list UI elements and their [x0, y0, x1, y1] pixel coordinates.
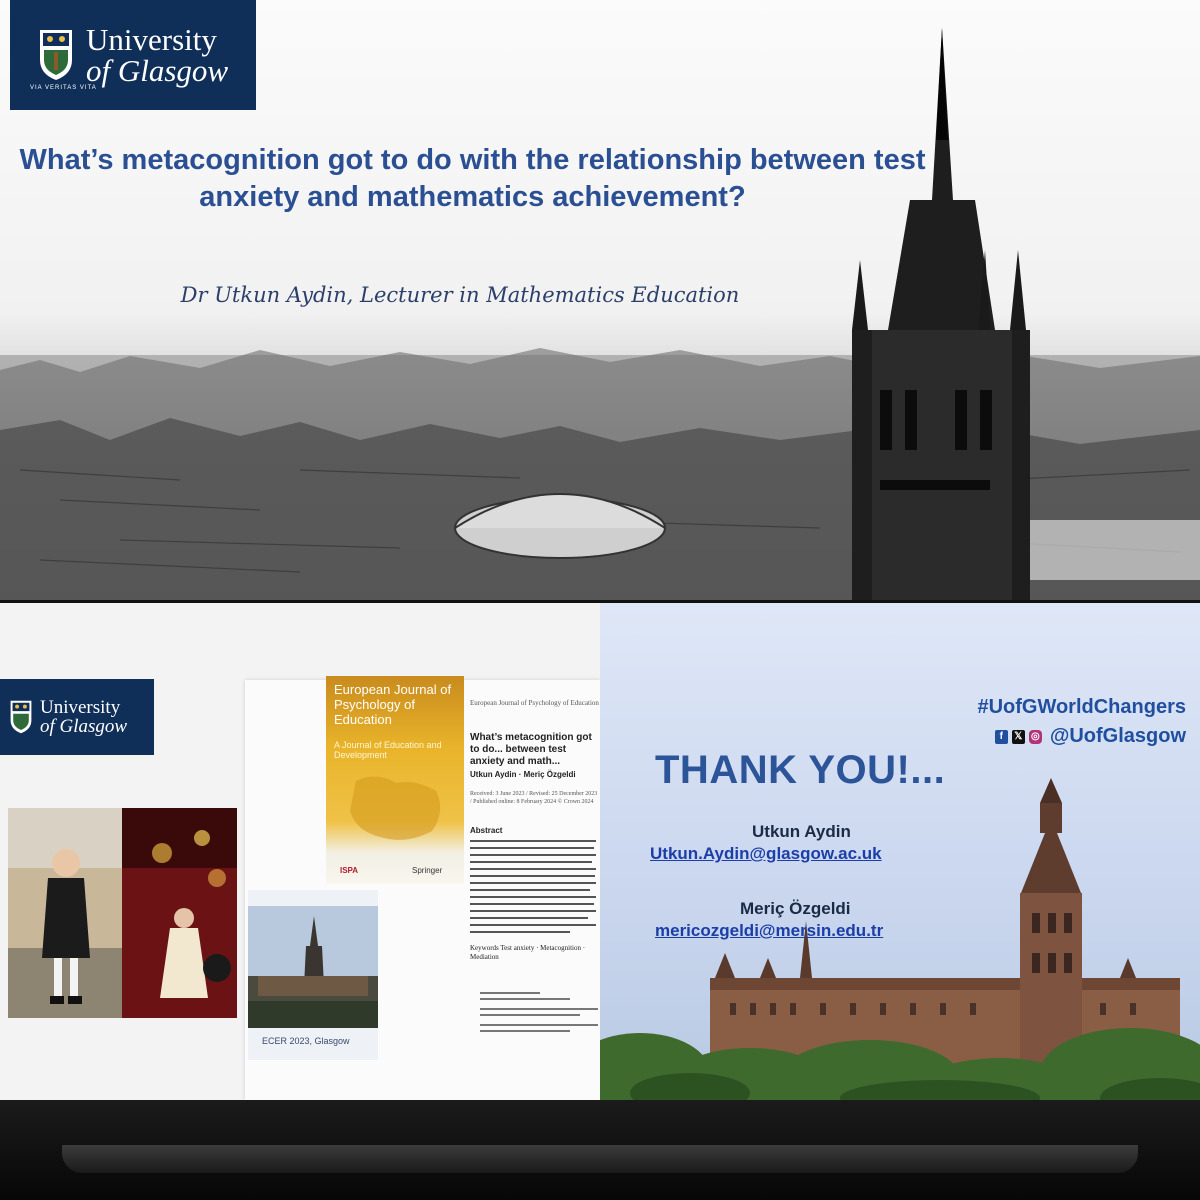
logo-text-line-1: University [40, 697, 121, 718]
presenter-name: Dr Utkun Aydin, Lecturer in Mathematics … [180, 283, 740, 307]
paper-authors: Utkun Aydin · Meriç Özgeldi [470, 770, 576, 779]
childhood-photo-school-uniform [8, 808, 125, 1018]
paper-title: What’s metacognition got to do... betwee… [470, 732, 592, 767]
thank-you-slide: #UofGWorldChangers f 𝕏 ◎ @UofGlasgow THA… [600, 603, 1200, 1100]
title-slide: University of Glasgow VIA VERITAS VITA W… [0, 0, 1200, 600]
x-icon: 𝕏 [1011, 729, 1025, 744]
university-of-glasgow-logo-small: University of Glasgow [0, 679, 154, 755]
university-crest-icon [40, 30, 72, 80]
photo-collage: University of Glasgow VIA VERITAS VITA W… [0, 0, 1200, 1200]
social-media-row: f 𝕏 ◎ @UofGlasgow [994, 725, 1186, 748]
hashtag-text: #UofGWorldChangers [977, 696, 1186, 718]
logo-motto: VIA VERITAS VITA [30, 85, 97, 91]
paper-keywords: Keywords Test anxiety · Metacognition · … [470, 944, 586, 961]
facebook-icon: f [994, 729, 1008, 744]
logo-text-line-1: University [86, 22, 217, 57]
instagram-icon: ◎ [1028, 729, 1042, 744]
glasgow-university-photo [248, 906, 378, 1028]
university-of-glasgow-logo: University of Glasgow [10, 0, 256, 110]
publisher-ispa: ISPA [340, 866, 359, 875]
europe-map-graphic [350, 776, 441, 840]
journal-cover-subtitle: A Journal of Education and Development [334, 740, 442, 760]
journal-cover-title: European Journal of Psychology of Educat… [334, 682, 452, 727]
university-crest-icon [10, 700, 32, 734]
social-handle: @UofGlasgow [1049, 725, 1186, 747]
paper-dates: Received: 3 June 2023 / Revised: 25 Dece… [470, 791, 598, 805]
childhood-photo-performance [122, 808, 237, 1018]
laptop-base-edge [62, 1145, 1138, 1173]
affiliation-text-lines [480, 992, 598, 1032]
abstract-text-lines [470, 840, 596, 933]
logo-text-line-2: of Glasgow [86, 53, 229, 88]
thank-you-heading: THANK YOU!... [655, 748, 946, 792]
contact-name-1: Utkun Aydin [752, 822, 851, 841]
contact-email-2[interactable]: mericozgeldi@mersin.edu.tr [655, 921, 883, 941]
ecer-caption: ECER 2023, Glasgow [262, 1036, 350, 1046]
publisher-springer: Springer [412, 866, 443, 875]
contact-email-1[interactable]: Utkun.Aydin@glasgow.ac.uk [650, 844, 882, 864]
paper-header: European Journal of Psychology of Educat… [470, 699, 620, 707]
presentation-title: What’s metacognition got to do with the … [19, 144, 926, 213]
journal-cover: European Journal of Psychology of Educat… [326, 676, 464, 884]
contact-name-2: Meriç Özgeldi [740, 899, 851, 918]
logo-text-line-2: of Glasgow [40, 716, 128, 737]
abstract-heading: Abstract [470, 826, 503, 835]
